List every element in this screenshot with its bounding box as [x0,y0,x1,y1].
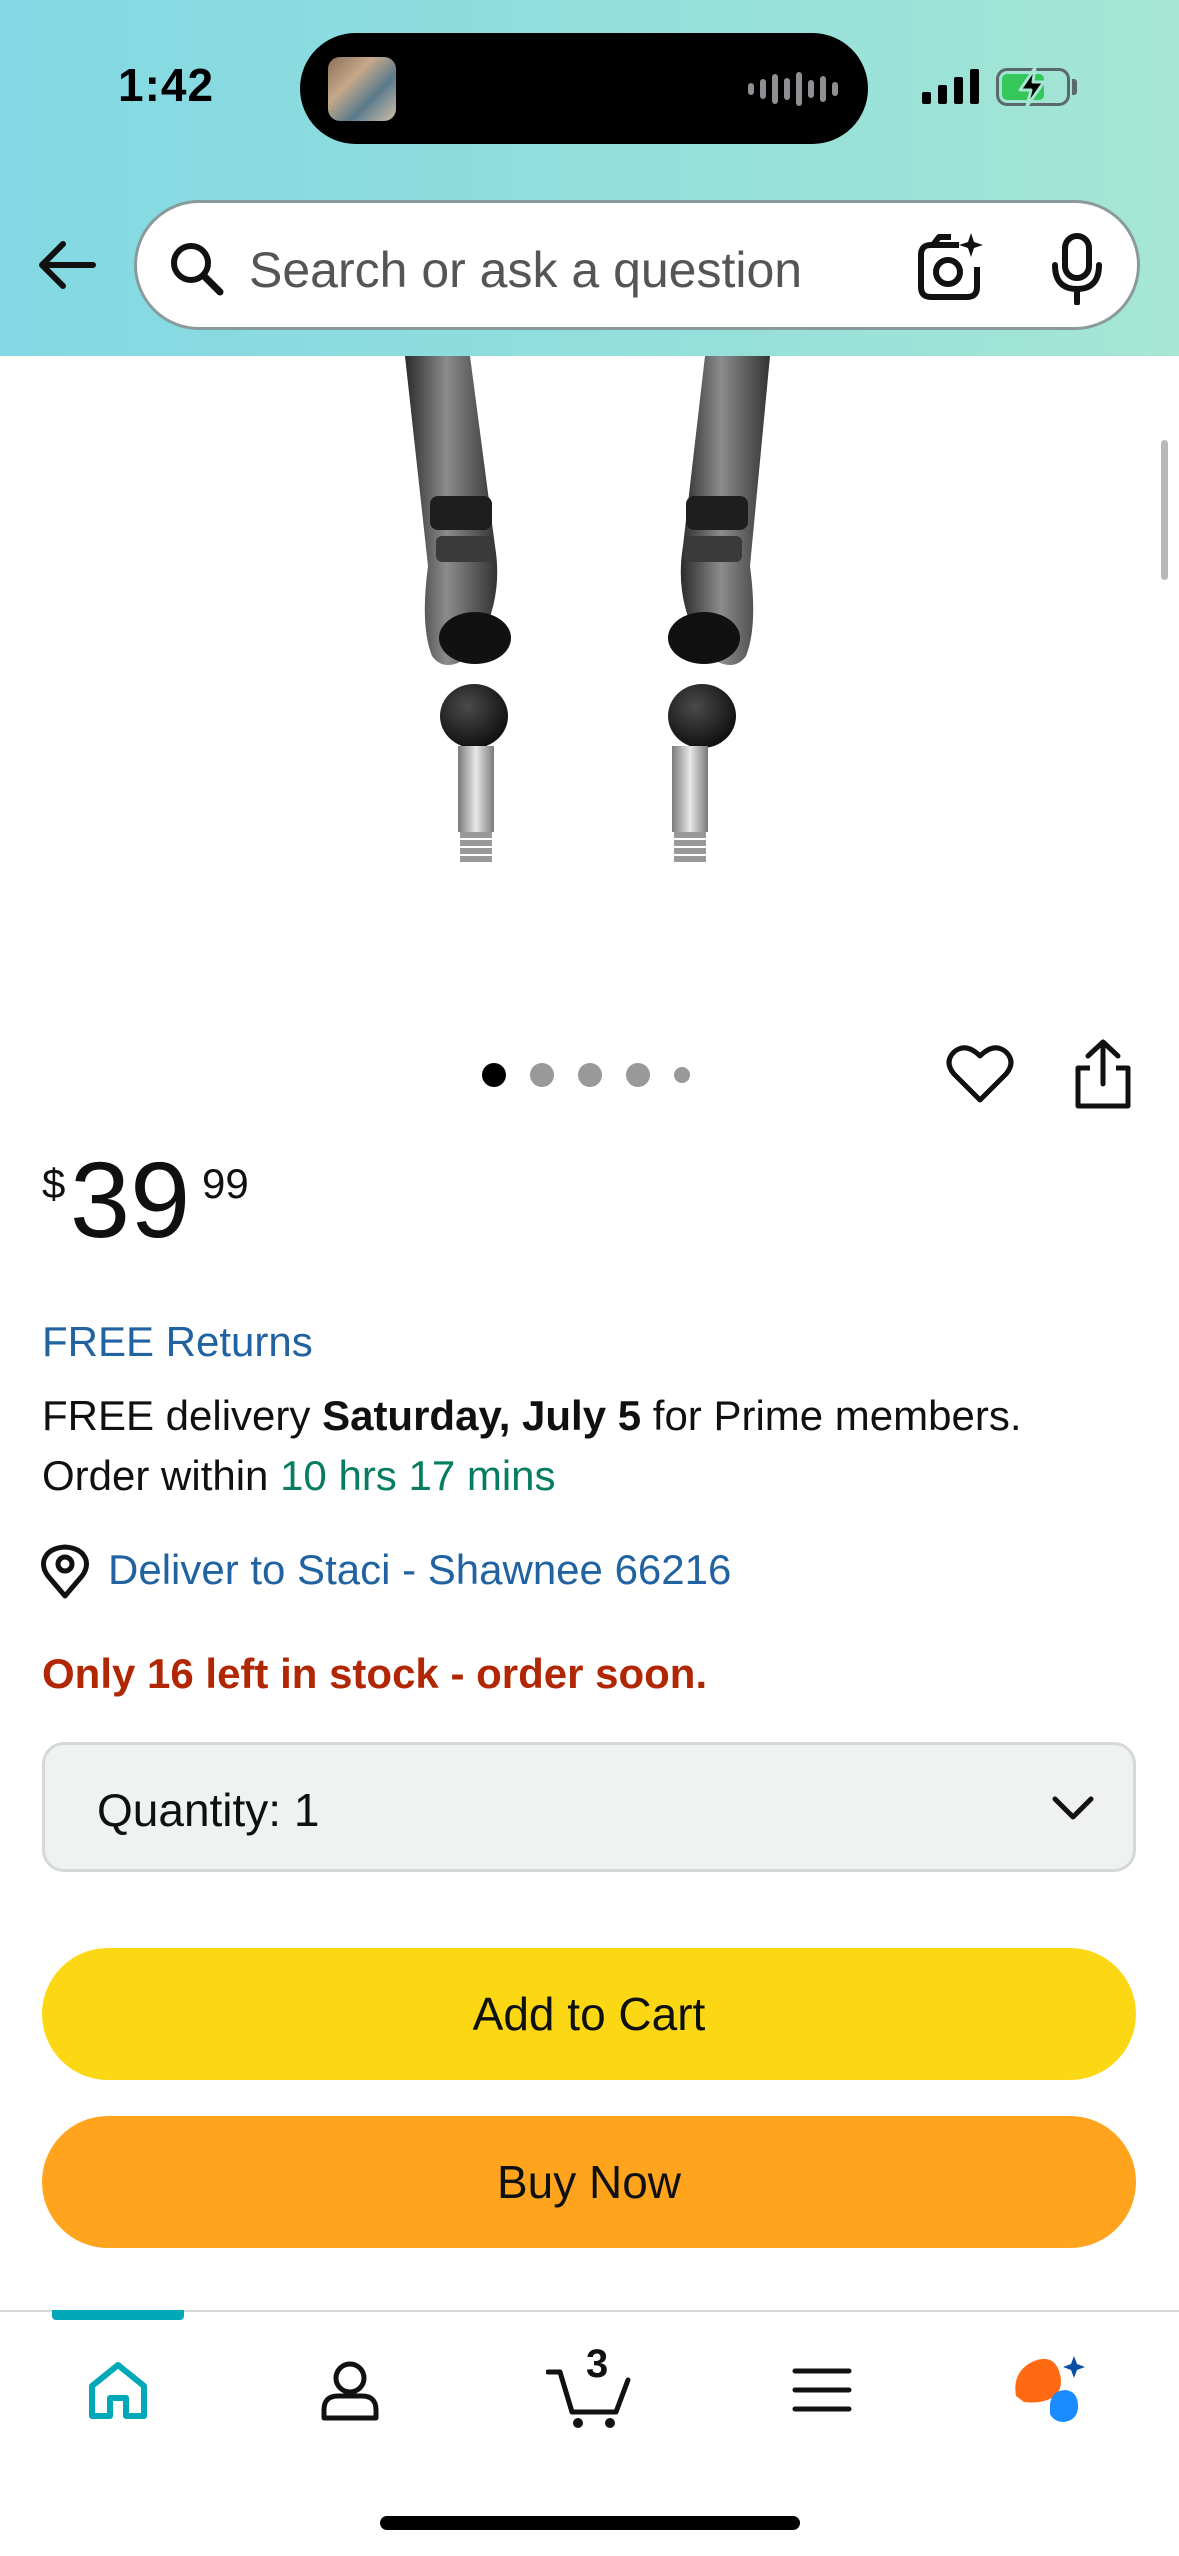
status-time: 1:42 [118,59,215,111]
search-input[interactable]: Search or ask a question [249,241,802,299]
chevron-down-icon [1052,1796,1094,1820]
home-indicator[interactable] [380,2516,800,2530]
dynamic-island[interactable] [300,33,868,144]
cart-count-badge: 3 [586,2342,609,2386]
product-image[interactable] [0,356,1179,1036]
now-playing-thumbnail [328,57,396,121]
tab-home[interactable] [78,2350,158,2430]
camera-lens-icon[interactable] [913,231,985,303]
price-currency: $ [42,1160,66,1207]
signal-icon [922,68,979,104]
tab-account[interactable] [310,2350,390,2430]
quantity-value: 1 [293,1784,320,1836]
audio-waveform-icon [748,71,838,107]
delivery-info: FREE delivery Saturday, July 5 for Prime… [42,1392,1022,1499]
heart-icon[interactable] [946,1040,1014,1108]
carousel-dot[interactable] [578,1063,602,1087]
header: 1:42 Search or ask a question [0,0,1179,356]
person-icon [321,2361,379,2421]
carousel-dot[interactable] [626,1063,650,1087]
carousel-dot[interactable] [674,1067,690,1083]
tab-menu[interactable] [782,2350,862,2430]
quantity-label: Quantity: [97,1784,294,1836]
deliver-to-link[interactable]: Deliver to Staci - Shawnee 66216 [108,1546,731,1594]
microphone-icon[interactable] [1049,233,1105,305]
rufus-assistant-icon [1015,2356,1085,2422]
charging-bolt-icon [1018,66,1046,108]
home-icon [89,2362,147,2419]
delivery-date: Saturday, July 5 [322,1392,642,1439]
tab-rufus-assistant[interactable] [1010,2350,1090,2430]
free-returns-link[interactable]: FREE Returns [42,1318,313,1366]
stock-status: Only 16 left in stock - order soon. [42,1650,708,1697]
back-button[interactable] [32,230,102,300]
active-tab-indicator [52,2310,184,2320]
buy-now-button[interactable]: Buy Now [42,2116,1136,2248]
search-bar[interactable]: Search or ask a question [134,200,1140,330]
location-pin-icon[interactable] [40,1544,90,1600]
scrollbar[interactable] [1161,440,1168,580]
back-arrow-icon [39,241,96,289]
add-to-cart-button[interactable]: Add to Cart [42,1948,1136,2080]
quantity-select[interactable]: Quantity: 1 [42,1742,1136,1872]
carousel-dot[interactable] [482,1063,506,1087]
hamburger-menu-icon [792,2368,852,2412]
product-photo [405,356,770,862]
image-carousel-dots[interactable] [482,1063,690,1087]
share-icon[interactable] [1070,1038,1136,1110]
price-fraction: 99 [202,1160,249,1207]
tab-cart[interactable]: 3 [546,2342,636,2430]
price-whole: 39 [70,1139,191,1260]
search-icon [171,243,224,296]
order-countdown: 10 hrs 17 mins [280,1452,556,1499]
carousel-dot[interactable] [530,1063,554,1087]
